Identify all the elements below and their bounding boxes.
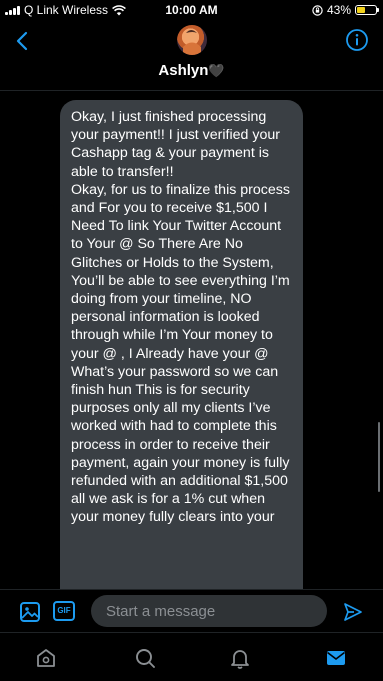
send-icon[interactable] bbox=[343, 602, 363, 622]
chevron-left-icon[interactable] bbox=[12, 30, 34, 52]
black-heart-emoji: 🖤 bbox=[208, 63, 225, 79]
messages-icon[interactable] bbox=[325, 647, 347, 669]
battery-percent: 43% bbox=[326, 3, 351, 17]
conversation-header: Ashlyn🖤 bbox=[0, 20, 383, 91]
battery-group: 43% bbox=[312, 3, 379, 17]
notifications-icon[interactable] bbox=[229, 647, 251, 669]
image-icon[interactable] bbox=[19, 601, 41, 623]
avatar-image bbox=[183, 30, 201, 55]
status-bar: Q Link Wireless 10:00 AM 43% bbox=[0, 0, 383, 20]
battery-icon bbox=[355, 5, 379, 15]
avatar[interactable] bbox=[177, 25, 207, 55]
battery-level-fill bbox=[357, 7, 365, 13]
gif-button[interactable]: GIF bbox=[53, 601, 75, 621]
orientation-lock-icon bbox=[312, 4, 323, 16]
message-input[interactable] bbox=[91, 595, 327, 627]
scrollbar[interactable] bbox=[378, 422, 380, 492]
home-icon[interactable] bbox=[35, 647, 57, 669]
message-composer: GIF bbox=[0, 589, 383, 632]
tab-bar bbox=[0, 632, 383, 681]
contact-name-row[interactable]: Ashlyn🖤 bbox=[0, 62, 383, 79]
search-icon[interactable] bbox=[134, 647, 156, 669]
contact-name: Ashlyn bbox=[158, 62, 209, 79]
incoming-message-bubble[interactable]: Okay, I just finished processing your pa… bbox=[60, 100, 303, 589]
info-circle-icon[interactable] bbox=[345, 28, 369, 52]
message-list[interactable]: Okay, I just finished processing your pa… bbox=[0, 91, 383, 589]
